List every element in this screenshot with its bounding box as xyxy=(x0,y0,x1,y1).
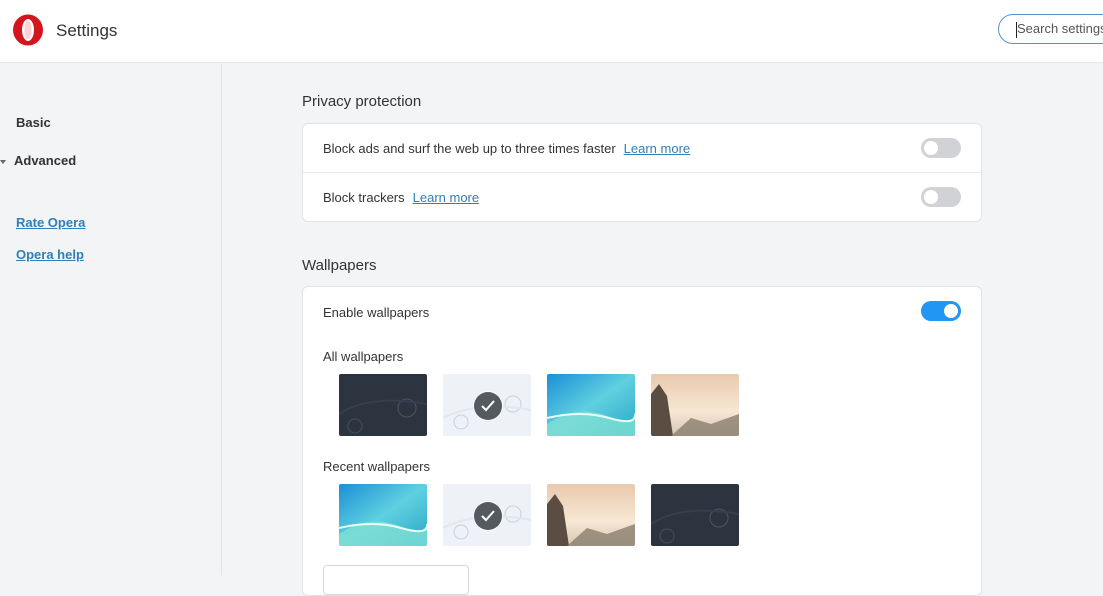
selected-check-icon xyxy=(474,392,502,420)
wallpaper-thumb-light-bubbles[interactable] xyxy=(443,374,531,436)
search-input[interactable] xyxy=(1017,21,1103,36)
sidebar-item-advanced-label: Advanced xyxy=(14,153,77,168)
toggle-knob xyxy=(924,141,938,155)
add-wallpaper-button[interactable] xyxy=(323,565,469,595)
block-ads-label: Block ads and surf the web up to three t… xyxy=(323,141,616,156)
recent-wallpapers-label: Recent wallpapers xyxy=(323,459,430,474)
block-trackers-text: Block trackers Learn more xyxy=(323,190,479,205)
privacy-card: Block ads and surf the web up to three t… xyxy=(302,123,982,222)
block-trackers-row: Block trackers Learn more xyxy=(303,173,981,221)
wallpaper-thumb-dark-bubbles[interactable] xyxy=(339,374,427,436)
search-box[interactable] xyxy=(998,14,1103,44)
wallpaper-thumb-aqua-wave[interactable] xyxy=(547,374,635,436)
sidebar-item-advanced[interactable]: Advanced xyxy=(0,153,76,168)
block-trackers-toggle[interactable] xyxy=(921,187,961,207)
sidebar-item-basic[interactable]: Basic xyxy=(16,115,51,130)
recent-wallpaper-thumb-aqua-wave[interactable] xyxy=(339,484,427,546)
block-ads-text: Block ads and surf the web up to three t… xyxy=(323,141,690,156)
top-bar: Settings xyxy=(0,0,1103,63)
triangle-down-icon xyxy=(0,159,6,164)
sidebar: Basic Advanced Rate Opera Opera help xyxy=(0,63,222,575)
block-ads-toggle[interactable] xyxy=(921,138,961,158)
page-title: Settings xyxy=(56,21,118,40)
block-trackers-label: Block trackers xyxy=(323,190,405,205)
block-ads-learn-more-link[interactable]: Learn more xyxy=(624,141,690,156)
wallpaper-thumb-mountain-sunrise[interactable] xyxy=(651,374,739,436)
privacy-section-title: Privacy protection xyxy=(302,93,422,110)
block-ads-row: Block ads and surf the web up to three t… xyxy=(303,124,981,172)
recent-wallpaper-thumb-dark-bubbles[interactable] xyxy=(651,484,739,546)
toggle-knob xyxy=(944,304,958,318)
enable-wallpapers-toggle[interactable] xyxy=(921,301,961,321)
enable-wallpapers-label: Enable wallpapers xyxy=(323,305,430,320)
recent-wallpaper-thumb-light-bubbles[interactable] xyxy=(443,484,531,546)
opera-help-link[interactable]: Opera help xyxy=(16,247,84,262)
recent-wallpaper-thumb-mountain-sunrise[interactable] xyxy=(547,484,635,546)
toggle-knob xyxy=(924,190,938,204)
block-trackers-learn-more-link[interactable]: Learn more xyxy=(413,190,479,205)
all-wallpapers-label: All wallpapers xyxy=(323,349,404,364)
selected-check-icon xyxy=(474,502,502,530)
opera-logo-icon[interactable] xyxy=(12,14,44,46)
rate-opera-link[interactable]: Rate Opera xyxy=(16,215,85,230)
wallpapers-card: Enable wallpapers All wallpapers Recent … xyxy=(302,286,982,596)
wallpapers-section-title: Wallpapers xyxy=(302,257,377,274)
